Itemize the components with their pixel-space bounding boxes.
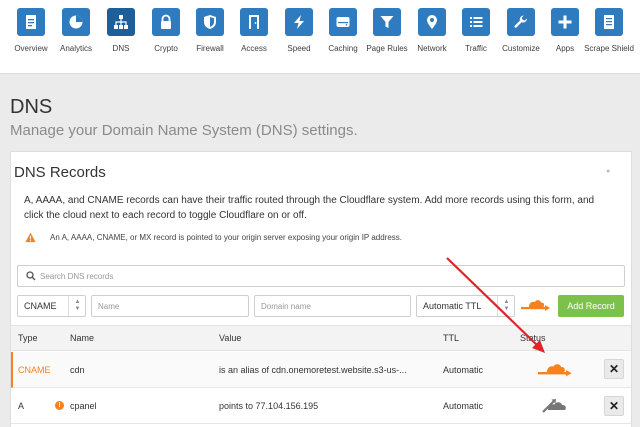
nav-item-network[interactable]: Network: [409, 0, 455, 74]
warning-icon: [25, 232, 36, 243]
record-type[interactable]: CNAME: [18, 365, 51, 375]
nav-item-page-rules[interactable]: Page Rules: [364, 0, 410, 74]
select-arrows-icon: ▲ ▼: [497, 296, 515, 316]
nav-item-overview[interactable]: Overview: [8, 0, 54, 74]
warning-info-icon[interactable]: !: [55, 401, 64, 410]
nav-item-firewall[interactable]: Firewall: [187, 0, 233, 74]
col-header-status: Status: [520, 333, 546, 343]
lightning-icon: [285, 8, 313, 36]
info-icon[interactable]: ●: [606, 168, 614, 176]
nav-item-dns[interactable]: DNS: [98, 0, 144, 74]
col-header-ttl: TTL: [443, 333, 460, 343]
record-value[interactable]: points to 77.104.156.195: [219, 401, 318, 411]
network-tree-icon: [107, 8, 135, 36]
delete-record-button[interactable]: ✕: [604, 396, 624, 416]
cloud-dns-only-icon[interactable]: [540, 396, 574, 416]
value-text: 77.104.156.195: [255, 401, 319, 411]
document-icon: [17, 8, 45, 36]
col-header-name: Name: [70, 333, 95, 343]
nav-label: Scrape Shield: [584, 44, 634, 53]
col-header-type: Type: [18, 333, 38, 343]
hard-drive-icon: [329, 8, 357, 36]
nav-item-analytics[interactable]: Analytics: [53, 0, 99, 74]
nav-item-customize[interactable]: Customize: [498, 0, 544, 74]
record-name[interactable]: cdn: [70, 365, 85, 375]
nav-item-caching[interactable]: Caching: [320, 0, 366, 74]
record-value[interactable]: is an alias of cdn.onemoretest.website.s…: [219, 365, 407, 375]
search-box: [17, 265, 625, 287]
shield-icon: [196, 8, 224, 36]
filter-icon: [373, 8, 401, 36]
page-title: DNS: [10, 96, 53, 118]
record-type-select[interactable]: CNAME ▲ ▼: [17, 295, 86, 317]
nav-item-traffic[interactable]: Traffic: [453, 0, 499, 74]
plus-icon: [551, 8, 579, 36]
nav-item-scrape-shield[interactable]: Scrape Shield: [584, 0, 634, 74]
delete-record-button[interactable]: ✕: [604, 359, 624, 379]
list-icon: [462, 8, 490, 36]
add-record-button[interactable]: Add Record: [558, 295, 624, 317]
card-title: DNS Records: [14, 164, 106, 181]
door-icon: [240, 8, 268, 36]
wrench-icon: [507, 8, 535, 36]
lock-icon: [152, 8, 180, 36]
document-shield-icon: [595, 8, 623, 36]
domain-input[interactable]: [261, 299, 405, 314]
search-icon: [26, 271, 36, 281]
location-pin-icon: [418, 8, 446, 36]
warning-text: An A, AAAA, CNAME, or MX record is point…: [50, 233, 403, 242]
record-name[interactable]: cpanel: [70, 401, 97, 411]
table-row: [11, 388, 631, 424]
cloud-proxied-icon[interactable]: [538, 363, 572, 379]
nav-item-speed[interactable]: Speed: [276, 0, 322, 74]
nav-item-access[interactable]: Access: [231, 0, 277, 74]
value-prefix: points to: [219, 401, 254, 411]
cloud-proxy-toggle-icon[interactable]: [521, 299, 551, 313]
name-input[interactable]: [98, 299, 243, 314]
domain-field: [254, 295, 411, 317]
record-ttl[interactable]: Automatic: [443, 401, 483, 411]
ttl-value: Automatic TTL: [423, 301, 482, 311]
page-subtitle: Manage your Domain Name System (DNS) set…: [10, 122, 358, 139]
record-type[interactable]: A: [18, 401, 24, 411]
col-header-value: Value: [219, 333, 242, 343]
ttl-select[interactable]: Automatic TTL ▲ ▼: [416, 295, 515, 317]
value-text: cdn.onemoretest.website.s3-us-...: [271, 365, 407, 375]
value-prefix: is an alias of: [219, 365, 270, 375]
search-input[interactable]: [40, 269, 600, 284]
select-arrows-icon: ▲ ▼: [68, 296, 86, 316]
record-ttl[interactable]: Automatic: [443, 365, 483, 375]
nav-item-apps[interactable]: Apps: [542, 0, 588, 74]
record-type-value: CNAME: [24, 301, 57, 311]
nav-item-crypto[interactable]: Crypto: [143, 0, 189, 74]
pie-chart-icon: [62, 8, 90, 36]
name-field: [91, 295, 249, 317]
card-description: A, AAAA, and CNAME records can have thei…: [24, 195, 595, 221]
top-navigation: Overview Analytics DNS Crypto Firewall A…: [0, 0, 640, 74]
